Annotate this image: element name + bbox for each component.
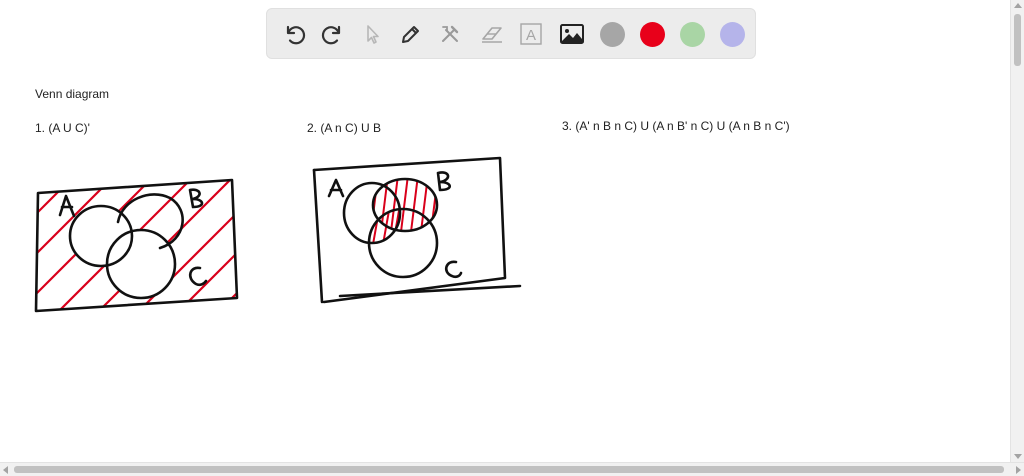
vertical-scrollbar[interactable] — [1010, 0, 1024, 462]
vertical-scroll-thumb[interactable] — [1014, 14, 1021, 66]
scroll-up-arrow-icon[interactable] — [1014, 3, 1022, 8]
venn-diagram-1 — [34, 178, 239, 313]
venn-diagram-2 — [312, 156, 522, 304]
canvas-drawing — [34, 156, 522, 313]
scroll-left-arrow-icon[interactable] — [3, 466, 8, 474]
scroll-down-arrow-icon[interactable] — [1014, 454, 1022, 459]
horizontal-scrollbar[interactable] — [0, 462, 1024, 476]
shading-outside-a-union-c — [36, 180, 237, 311]
horizontal-scroll-thumb[interactable] — [14, 466, 1004, 473]
scroll-right-arrow-icon[interactable] — [1016, 466, 1021, 474]
